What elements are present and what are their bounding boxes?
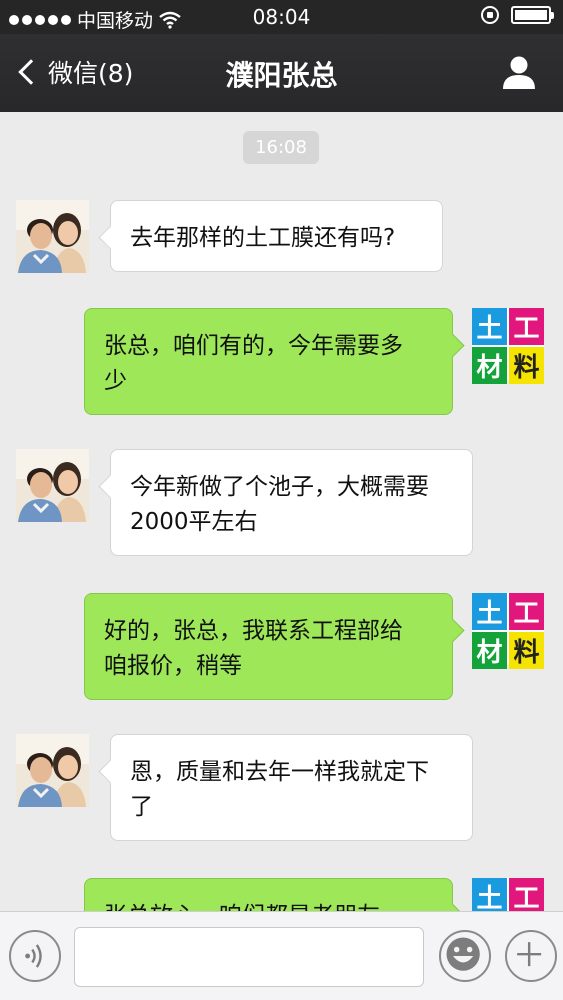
timestamp-pill: 16:08 — [243, 131, 319, 164]
contact-avatar[interactable] — [16, 734, 89, 807]
rotation-lock-icon — [481, 6, 499, 24]
outgoing-message-bubble[interactable]: 张总，咱们有的，今年需要多少 — [84, 308, 453, 415]
message-line: 去年那样的土工膜还有吗? — [130, 225, 396, 251]
logo-char: 材 — [472, 347, 507, 384]
plus-icon — [517, 942, 542, 967]
message-line: 张总放心，咱们都是老朋友 — [104, 899, 432, 911]
logo-char: 工 — [509, 593, 544, 630]
input-bar — [0, 911, 563, 1000]
own-avatar-logo[interactable]: 土工材料 — [472, 878, 544, 911]
logo-char: 料 — [509, 632, 544, 669]
status-right — [481, 6, 554, 24]
own-avatar-logo[interactable]: 土工材料 — [472, 593, 544, 669]
emoji-icon — [446, 937, 480, 971]
status-bar: 中国移动 08:04 — [0, 0, 563, 34]
message-line: 少 — [104, 368, 127, 394]
logo-char: 土 — [472, 593, 507, 630]
own-avatar-logo[interactable]: 土工材料 — [472, 308, 544, 384]
incoming-message-bubble[interactable]: 今年新做了个池子，大概需要 2000平左右 — [110, 449, 473, 556]
incoming-message-bubble[interactable]: 去年那样的土工膜还有吗? — [110, 200, 443, 272]
logo-char: 工 — [509, 308, 544, 345]
chat-title: 濮阳张总 — [225, 59, 338, 92]
voice-button[interactable] — [9, 930, 61, 982]
contact-avatar[interactable] — [16, 449, 89, 522]
person-icon[interactable] — [501, 54, 537, 90]
logo-char: 料 — [509, 347, 544, 384]
status-time: 08:04 — [252, 5, 311, 29]
logo-char: 土 — [472, 878, 507, 911]
outgoing-message-bubble[interactable]: 好的，张总，我联系工程部给 咱报价，稍等 — [84, 593, 453, 700]
nav-bar: 微信(8) 濮阳张总 — [0, 34, 563, 112]
plus-button[interactable] — [505, 930, 557, 982]
outgoing-message-bubble[interactable]: 张总放心，咱们都是老朋友 — [84, 878, 453, 911]
logo-char: 工 — [509, 878, 544, 911]
logo-char: 材 — [472, 632, 507, 669]
message-line: 恩，质量和去年一样我就定下 — [130, 759, 429, 785]
message-line: 好的，张总，我联系工程部给 — [104, 618, 403, 644]
battery-fill — [515, 10, 547, 20]
chat-area[interactable]: 16:08 去年那样的土工膜还有吗? 土工材料张总，咱们有的，今年需要多少 今年新… — [0, 112, 563, 911]
message-line: 2000平左右 — [130, 509, 258, 535]
incoming-message-bubble[interactable]: 恩，质量和去年一样我就定下了 — [110, 734, 473, 841]
emoji-button[interactable] — [439, 930, 491, 982]
contact-avatar[interactable] — [16, 200, 89, 273]
message-input[interactable] — [74, 927, 424, 987]
battery-icon — [511, 6, 554, 24]
voice-icon — [25, 944, 42, 968]
message-line: 今年新做了个池子，大概需要 — [130, 474, 429, 500]
message-line: 张总，咱们有的，今年需要多 — [104, 333, 403, 359]
message-line: 咱报价，稍等 — [104, 653, 242, 679]
logo-char: 土 — [472, 308, 507, 345]
message-line: 了 — [130, 794, 153, 820]
